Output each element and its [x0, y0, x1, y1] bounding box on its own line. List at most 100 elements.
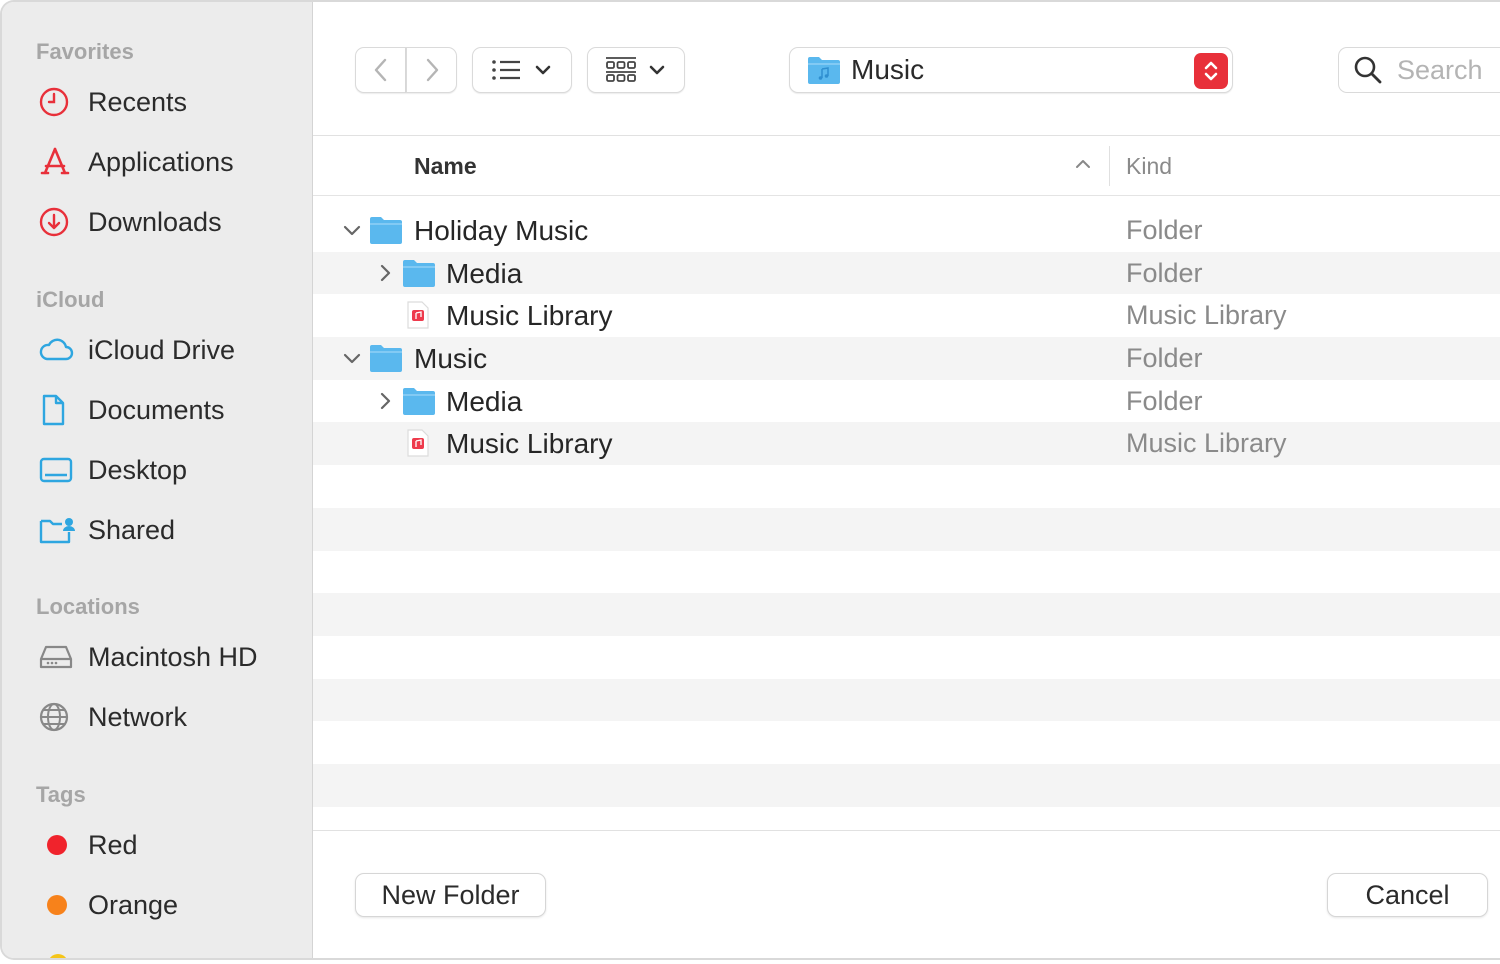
- cancel-button[interactable]: Cancel: [1327, 873, 1488, 917]
- empty-row: [313, 465, 1500, 508]
- sidebar-item-label: Recents: [88, 86, 188, 117]
- download-icon: [38, 205, 78, 239]
- search-field[interactable]: Search: [1338, 47, 1500, 93]
- search-placeholder: Search: [1397, 54, 1483, 85]
- row-kind: Music Library: [1126, 428, 1287, 459]
- sidebar-item-label: Applications: [88, 146, 234, 177]
- column-header-name[interactable]: Name: [414, 153, 477, 180]
- row-kind: Folder: [1126, 257, 1203, 288]
- tag-color-dot: [38, 828, 78, 862]
- table-row[interactable]: Music Library Music Library: [313, 422, 1500, 466]
- hard-drive-icon: [38, 640, 78, 674]
- column-divider[interactable]: [1109, 146, 1110, 186]
- row-name: Media: [446, 257, 523, 289]
- file-list: Holiday Music Folder Media Folder Music …: [313, 209, 1500, 807]
- sidebar-item-documents[interactable]: Documents: [38, 388, 298, 432]
- folder-icon: [370, 345, 402, 373]
- folder-icon: [403, 387, 435, 415]
- open-dialog-window: Favorites Recents Applications Downloads…: [0, 0, 1500, 960]
- column-header-kind[interactable]: Kind: [1126, 153, 1172, 180]
- red-tag-icon: [47, 835, 67, 855]
- row-name: Holiday Music: [414, 215, 589, 246]
- sidebar-item-label: Red: [88, 829, 138, 860]
- yellow-tag-icon: [48, 954, 68, 958]
- table-row[interactable]: Media Folder: [313, 380, 1500, 423]
- chevron-right-icon: [426, 58, 438, 82]
- sidebar-item-label: Downloads: [88, 206, 222, 237]
- empty-row: [313, 721, 1500, 764]
- empty-row: [313, 763, 1500, 807]
- row-name: Media: [446, 385, 523, 417]
- chevron-down-icon: [649, 65, 665, 75]
- folder-icon: [403, 259, 435, 287]
- sidebar-tag-red[interactable]: Red: [38, 823, 298, 867]
- sidebar-item-recents[interactable]: Recents: [38, 80, 298, 124]
- applications-icon: [38, 145, 78, 179]
- disclosure-expanded-icon[interactable]: [342, 348, 362, 368]
- up-down-chevron-icon: [1204, 61, 1218, 81]
- folder-icon: [370, 217, 402, 244]
- tag-color-dot: [38, 888, 78, 922]
- column-header: Name Kind: [313, 136, 1500, 196]
- sidebar-section-favorites: Favorites: [36, 39, 134, 64]
- sidebar-item-label: Network: [88, 701, 188, 732]
- row-kind: Music Library: [1126, 300, 1287, 331]
- empty-row: [313, 593, 1500, 636]
- sidebar-item-icloud-drive[interactable]: iCloud Drive: [38, 328, 298, 372]
- chevron-left-icon: [374, 58, 386, 82]
- empty-row: [313, 678, 1500, 722]
- sidebar-item-label: Macintosh HD: [88, 641, 258, 672]
- music-folder-icon: [808, 57, 840, 84]
- grid-icon: [606, 57, 636, 82]
- empty-row: [313, 636, 1500, 679]
- sidebar-item-network[interactable]: Network: [38, 695, 298, 739]
- sidebar-section-locations: Locations: [36, 594, 140, 619]
- location-popup[interactable]: Music: [789, 47, 1233, 93]
- orange-tag-icon: [47, 895, 67, 915]
- forward-button[interactable]: [406, 47, 457, 93]
- disclosure-collapsed-icon[interactable]: [375, 263, 395, 283]
- list-view-icon: [492, 60, 520, 80]
- music-library-icon: [407, 429, 429, 458]
- group-view-button[interactable]: [587, 47, 685, 93]
- list-view-button[interactable]: [472, 47, 572, 93]
- sidebar-item-label: Desktop: [88, 454, 188, 485]
- sidebar-item-shared[interactable]: Shared: [38, 508, 298, 552]
- back-button[interactable]: [355, 47, 406, 93]
- sidebar-item-desktop[interactable]: Desktop: [38, 448, 298, 492]
- row-name: Music: [414, 343, 488, 375]
- table-row[interactable]: Media Folder: [313, 251, 1500, 295]
- clock-icon: [38, 85, 78, 119]
- toolbar: Music Search: [313, 2, 1500, 136]
- globe-icon: [38, 700, 78, 734]
- sidebar-section-icloud: iCloud: [36, 287, 105, 312]
- new-folder-button[interactable]: New Folder: [355, 873, 546, 917]
- row-name: Music Library: [446, 428, 613, 460]
- table-row[interactable]: Holiday Music Folder: [313, 209, 1500, 252]
- empty-row: [313, 507, 1500, 551]
- chevron-down-icon: [535, 65, 551, 75]
- row-kind: Folder: [1126, 343, 1203, 374]
- location-popup-label: Music: [851, 54, 925, 85]
- sidebar-item-label: iCloud Drive: [88, 334, 236, 365]
- disclosure-expanded-icon[interactable]: [342, 220, 362, 240]
- sidebar: Favorites Recents Applications Downloads…: [2, 2, 313, 958]
- popup-stepper[interactable]: [1194, 53, 1228, 89]
- cloud-icon: [38, 333, 78, 367]
- disclosure-collapsed-icon[interactable]: [375, 391, 395, 411]
- row-name: Music Library: [446, 300, 613, 332]
- music-library-icon: [407, 301, 429, 329]
- sidebar-item-downloads[interactable]: Downloads: [38, 200, 298, 244]
- sidebar-section-tags: Tags: [36, 782, 86, 807]
- sort-ascending-icon[interactable]: [1073, 154, 1093, 174]
- row-kind: Folder: [1126, 215, 1203, 245]
- empty-row: [313, 551, 1500, 594]
- table-row[interactable]: Music Folder: [313, 337, 1500, 380]
- table-row[interactable]: Music Library Music Library: [313, 294, 1500, 337]
- search-icon: [1354, 56, 1382, 84]
- shared-folder-icon: [38, 513, 78, 547]
- sidebar-tag-orange[interactable]: Orange: [38, 883, 298, 927]
- sidebar-item-macintosh-hd[interactable]: Macintosh HD: [38, 635, 298, 679]
- sidebar-item-label: Orange: [88, 889, 179, 920]
- sidebar-item-applications[interactable]: Applications: [38, 140, 298, 184]
